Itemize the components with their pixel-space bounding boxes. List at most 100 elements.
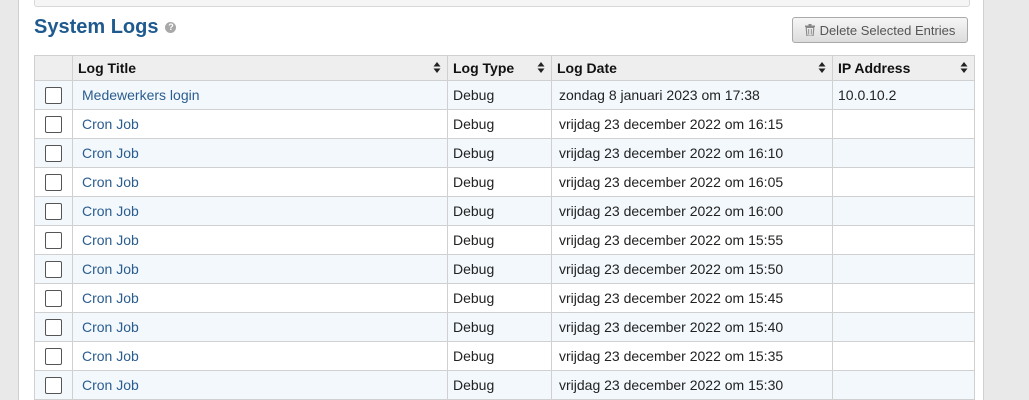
- log-title-cell: Cron Job: [72, 370, 448, 400]
- ip-address-cell: [832, 167, 975, 197]
- row-select-cell: [34, 370, 73, 400]
- row-checkbox[interactable]: [45, 173, 62, 191]
- column-header-log-date[interactable]: Log Date: [551, 55, 833, 81]
- log-title-cell: Cron Job: [72, 283, 448, 313]
- row-checkbox[interactable]: [45, 289, 62, 307]
- delete-selected-label: Delete Selected Entries: [819, 22, 956, 38]
- log-title-link[interactable]: Cron Job: [82, 203, 139, 219]
- log-type-cell: Debug: [447, 312, 552, 342]
- sort-icon: [818, 62, 826, 73]
- page-title-container: System Logs ?: [34, 16, 177, 39]
- row-checkbox[interactable]: [45, 86, 62, 104]
- row-checkbox[interactable]: [45, 202, 62, 220]
- log-title-cell: Cron Job: [72, 167, 448, 197]
- sort-icon: [433, 62, 441, 73]
- log-type-cell: Debug: [447, 138, 552, 168]
- table-row: Cron Job Debug vrijdag 23 december 2022 om…: [34, 370, 975, 400]
- table-row: Cron Job Debug vrijdag 23 december 2022 om…: [34, 196, 975, 226]
- log-type-cell: Debug: [447, 80, 552, 110]
- table-row: Medewerkers login Debug zondag 8 januari 2…: [34, 80, 975, 110]
- log-date-cell: vrijdag 23 december 2022 om 16:05: [551, 167, 833, 197]
- log-title-link[interactable]: Cron Job: [82, 348, 139, 364]
- log-type-cell: Debug: [447, 254, 552, 284]
- row-select-cell: [34, 283, 73, 313]
- log-date-cell: vrijdag 23 december 2022 om 16:00: [551, 196, 833, 226]
- log-date-cell: zondag 8 januari 2023 om 17:38: [551, 80, 833, 110]
- top-panel-box: [34, 0, 970, 7]
- log-title-cell: Cron Job: [72, 196, 448, 226]
- ip-address-cell: [832, 254, 975, 284]
- log-title-cell: Cron Job: [72, 225, 448, 255]
- trash-icon: [804, 24, 815, 36]
- log-type-cell: Debug: [447, 283, 552, 313]
- log-title-link[interactable]: Cron Job: [82, 116, 139, 132]
- column-header-label: IP Address: [838, 60, 911, 76]
- select-column-header: [34, 55, 73, 81]
- ip-address-cell: [832, 109, 975, 139]
- ip-address-cell: [832, 225, 975, 255]
- row-checkbox[interactable]: [45, 318, 62, 336]
- column-header-log-title[interactable]: Log Title: [72, 55, 448, 81]
- column-header-log-type[interactable]: Log Type: [447, 55, 552, 81]
- logs-table: Log Title Log Type Log Date IP Address M…: [34, 55, 975, 400]
- column-header-label: Log Type: [453, 60, 515, 76]
- ip-address-cell: [832, 283, 975, 313]
- table-row: Cron Job Debug vrijdag 23 december 2022 om…: [34, 167, 975, 197]
- row-checkbox[interactable]: [45, 376, 62, 394]
- sort-icon: [537, 62, 545, 73]
- table-row: Cron Job Debug vrijdag 23 december 2022 om…: [34, 109, 975, 139]
- row-select-cell: [34, 80, 73, 110]
- column-header-ip-address[interactable]: IP Address: [832, 55, 975, 81]
- log-date-cell: vrijdag 23 december 2022 om 15:30: [551, 370, 833, 400]
- log-type-cell: Debug: [447, 370, 552, 400]
- row-checkbox[interactable]: [45, 115, 62, 133]
- log-title-link[interactable]: Cron Job: [82, 319, 139, 335]
- delete-selected-button[interactable]: Delete Selected Entries: [792, 17, 968, 43]
- row-select-cell: [34, 138, 73, 168]
- row-checkbox[interactable]: [45, 144, 62, 162]
- sort-icon: [960, 62, 968, 73]
- log-title-link[interactable]: Cron Job: [82, 377, 139, 393]
- help-icon[interactable]: ?: [165, 22, 177, 33]
- row-select-cell: [34, 225, 73, 255]
- ip-address-cell: [832, 312, 975, 342]
- row-select-cell: [34, 312, 73, 342]
- row-select-cell: [34, 254, 73, 284]
- table-row: Cron Job Debug vrijdag 23 december 2022 om…: [34, 138, 975, 168]
- table-row: Cron Job Debug vrijdag 23 december 2022 om…: [34, 225, 975, 255]
- ip-address-cell: [832, 196, 975, 226]
- table-header-row: Log Title Log Type Log Date IP Address: [34, 55, 975, 81]
- log-title-link[interactable]: Cron Job: [82, 174, 139, 190]
- table-row: Cron Job Debug vrijdag 23 december 2022 om…: [34, 341, 975, 371]
- row-select-cell: [34, 109, 73, 139]
- log-date-cell: vrijdag 23 december 2022 om 15:35: [551, 341, 833, 371]
- log-title-link[interactable]: Cron Job: [82, 261, 139, 277]
- row-select-cell: [34, 167, 73, 197]
- log-date-cell: vrijdag 23 december 2022 om 16:15: [551, 109, 833, 139]
- log-title-link[interactable]: Cron Job: [82, 145, 139, 161]
- log-title-cell: Cron Job: [72, 254, 448, 284]
- log-title-cell: Cron Job: [72, 109, 448, 139]
- table-row: Cron Job Debug vrijdag 23 december 2022 om…: [34, 254, 975, 284]
- row-checkbox[interactable]: [45, 231, 62, 249]
- log-title-cell: Cron Job: [72, 312, 448, 342]
- log-type-cell: Debug: [447, 341, 552, 371]
- table-row: Cron Job Debug vrijdag 23 december 2022 om…: [34, 283, 975, 313]
- ip-address-cell: [832, 341, 975, 371]
- log-title-link[interactable]: Medewerkers login: [82, 87, 200, 103]
- log-type-cell: Debug: [447, 225, 552, 255]
- row-checkbox[interactable]: [45, 260, 62, 278]
- row-checkbox[interactable]: [45, 347, 62, 365]
- log-date-cell: vrijdag 23 december 2022 om 15:55: [551, 225, 833, 255]
- log-title-link[interactable]: Cron Job: [82, 232, 139, 248]
- ip-address-cell: [832, 138, 975, 168]
- log-title-cell: Cron Job: [72, 138, 448, 168]
- log-date-cell: vrijdag 23 december 2022 om 15:50: [551, 254, 833, 284]
- log-title-link[interactable]: Cron Job: [82, 290, 139, 306]
- row-select-cell: [34, 341, 73, 371]
- ip-address-cell: 10.0.10.2: [832, 80, 975, 110]
- column-header-label: Log Date: [557, 60, 617, 76]
- log-date-cell: vrijdag 23 december 2022 om 16:10: [551, 138, 833, 168]
- page-title: System Logs: [34, 16, 159, 38]
- log-date-cell: vrijdag 23 december 2022 om 15:40: [551, 312, 833, 342]
